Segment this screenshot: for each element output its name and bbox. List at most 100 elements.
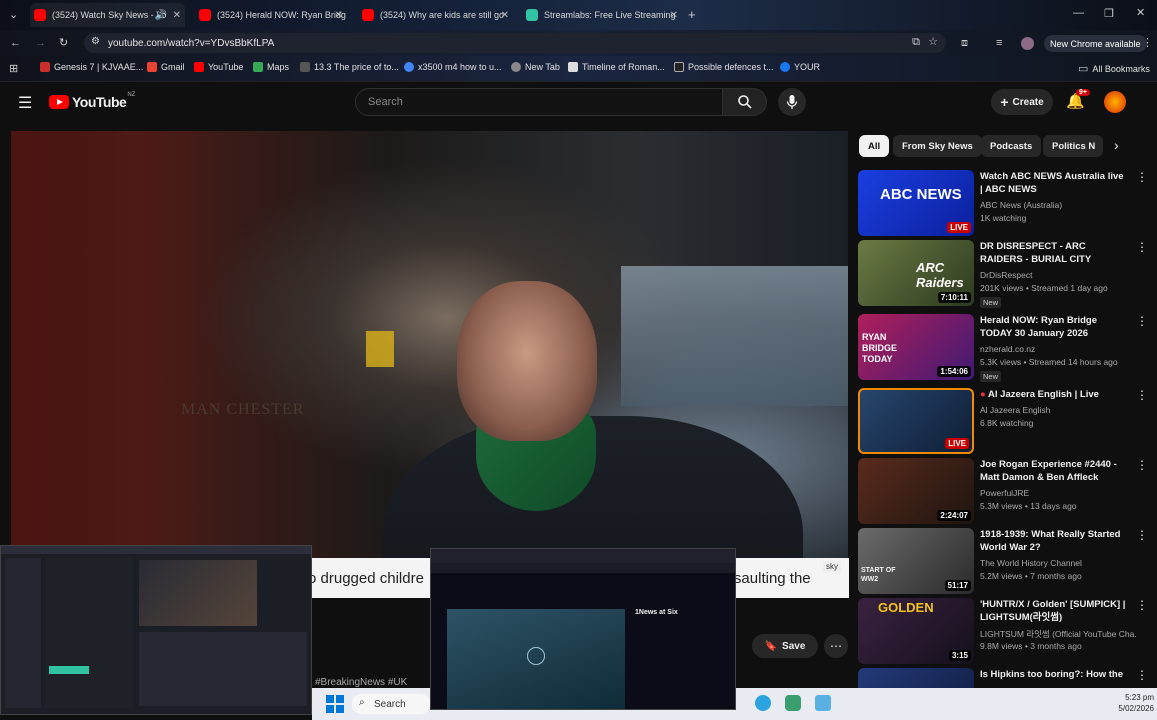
more-options-icon[interactable]: ⋮ (1136, 240, 1148, 254)
video-hashtags[interactable]: #BreakingNews #UK (315, 677, 407, 688)
more-options-icon[interactable]: ⋮ (1136, 598, 1148, 612)
search-input[interactable]: Search (355, 88, 723, 116)
bookmark-item[interactable]: x3500 m4 how to u... (404, 62, 502, 72)
chip-from-sky-news[interactable]: From Sky News (893, 135, 982, 157)
tab-sky-news[interactable]: (3524) Watch Sky News - Yo 🔊 ✕ (30, 3, 185, 27)
channel-name[interactable]: ABC News (Australia) (980, 200, 1062, 210)
video-title[interactable]: Joe Rogan Experience #2440 - Matt Damon … (980, 458, 1126, 484)
taskbar-clock[interactable]: 5:23 pm 5/02/2026 (1108, 692, 1154, 714)
save-button[interactable]: 🔖 Save (752, 634, 818, 658)
video-thumbnail[interactable]: 2:24:07 (858, 458, 974, 524)
minimize-icon[interactable]: — (1073, 7, 1084, 19)
video-thumbnail[interactable]: GOLDEN 3:15 (858, 598, 974, 664)
bookmark-star-icon[interactable]: ☆ (928, 35, 938, 48)
bookmark-item[interactable]: YOUR (780, 62, 820, 72)
hamburger-menu-icon[interactable]: ☰ (18, 93, 32, 113)
video-preview[interactable] (447, 609, 625, 709)
tab-search-icon[interactable]: ⌄ (9, 8, 18, 21)
more-options-icon[interactable]: ⋮ (1136, 668, 1148, 682)
recommendation-item[interactable]: Is Hipkins too boring?: How the ⋮ (858, 668, 1148, 688)
bookmark-item[interactable]: Genesis 7 | KJVAAE... (40, 62, 143, 72)
extensions-icon[interactable]: ⧈ (961, 37, 968, 50)
create-button[interactable]: + Create (991, 89, 1053, 115)
apps-grid-icon[interactable]: ⊞ (9, 62, 18, 75)
chip-all[interactable]: All (859, 135, 890, 157)
play-icon[interactable] (527, 647, 545, 665)
bookmark-item[interactable]: 13.3 The price of to... (300, 62, 399, 72)
tvnz-player-window[interactable]: 1News at Six (430, 548, 736, 710)
more-actions-button[interactable]: ⋯ (824, 634, 848, 658)
video-title[interactable]: Watch ABC NEWS Australia live | ABC NEWS (980, 170, 1126, 196)
chip-podcasts[interactable]: Podcasts (981, 135, 1042, 157)
tab-herald-now[interactable]: (3524) Herald NOW: Ryan Bridg ✕ (195, 3, 347, 27)
channel-name[interactable]: DrDisRespect (980, 270, 1032, 280)
channel-name[interactable]: Al Jazeera English (980, 405, 1050, 415)
video-title[interactable]: 1918-1939: What Really Started World War… (980, 528, 1126, 554)
app-icon[interactable] (785, 695, 801, 711)
address-bar[interactable]: ⚙ youtube.com/watch?v=YDvsBbKfLPA ⧉ ☆ (84, 33, 946, 53)
voice-search-button[interactable] (778, 88, 806, 116)
install-app-icon[interactable]: ⧉ (912, 36, 920, 49)
restore-icon[interactable]: ❐ (1104, 7, 1114, 20)
account-avatar[interactable] (1104, 91, 1126, 113)
video-player[interactable]: MAN CHESTER (11, 131, 848, 597)
more-options-icon[interactable]: ⋮ (1136, 314, 1148, 328)
taskbar-search[interactable]: ⌕ Search (352, 694, 430, 714)
all-bookmarks-button[interactable]: ▭ All Bookmarks (1078, 62, 1150, 75)
video-thumbnail[interactable]: ABC NEWS LIVE (858, 170, 974, 236)
video-thumbnail[interactable]: START OF WW2 51:17 (858, 528, 974, 594)
more-options-icon[interactable]: ⋮ (1136, 458, 1148, 472)
chrome-menu-icon[interactable]: ⋮ (1142, 36, 1153, 49)
close-icon[interactable]: ✕ (670, 10, 678, 21)
close-icon[interactable]: ✕ (335, 10, 343, 21)
video-thumbnail[interactable]: RYAN BRIDGE TODAY 1:54:06 (858, 314, 974, 380)
youtube-logo[interactable]: YouTube NZ (49, 92, 135, 110)
bookmark-item[interactable]: Possible defences t... (674, 62, 774, 72)
bookmark-item[interactable]: Maps (253, 62, 289, 72)
more-options-icon[interactable]: ⋮ (1136, 528, 1148, 542)
video-thumbnail[interactable]: LIVE (858, 388, 974, 454)
channel-name[interactable]: nzherald.co.nz (980, 344, 1035, 354)
profile-avatar[interactable] (1021, 37, 1034, 50)
video-title[interactable]: Is Hipkins too boring?: How the (980, 668, 1126, 681)
bookmark-item[interactable]: New Tab (511, 62, 560, 72)
close-icon[interactable]: ✕ (501, 10, 509, 21)
video-title[interactable]: Herald NOW: Ryan Bridge TODAY 30 January… (980, 314, 1126, 340)
search-button[interactable] (723, 88, 767, 116)
recommendation-item[interactable]: GOLDEN 3:15 'HUNTR/X / Golden' [SUMPICK]… (858, 598, 1148, 664)
recommendation-item[interactable]: RYAN BRIDGE TODAY 1:54:06 Herald NOW: Ry… (858, 314, 1148, 382)
chevron-right-icon[interactable]: › (1114, 137, 1119, 153)
channel-name[interactable]: The World History Channel (980, 558, 1082, 568)
app-icon[interactable] (815, 695, 831, 711)
new-chrome-button[interactable]: New Chrome available (1044, 35, 1147, 52)
video-title[interactable]: 'HUNTR/X / Golden' [SUMPICK] | LIGHTSUM(… (980, 598, 1126, 624)
streaming-app-window[interactable] (0, 545, 312, 715)
video-title[interactable]: DR DISRESPECT - ARC RAIDERS - BURIAL CIT… (980, 240, 1126, 266)
recommendation-item[interactable]: 2:24:07 Joe Rogan Experience #2440 - Mat… (858, 458, 1148, 524)
video-title[interactable]: ● Al Jazeera English | Live (980, 388, 1126, 401)
video-thumbnail[interactable] (858, 668, 974, 688)
windows-start-icon[interactable] (326, 695, 344, 713)
new-tab-icon[interactable]: + (688, 7, 696, 22)
recommendation-item[interactable]: START OF WW2 51:17 1918-1939: What Reall… (858, 528, 1148, 594)
notifications-button[interactable]: 🔔 9+ (1066, 89, 1090, 112)
telegram-icon[interactable] (755, 695, 771, 711)
tab-why-are-kids[interactable]: (3524) Why are kids are still go ✕ (358, 3, 513, 27)
reading-mode-icon[interactable]: ≡ (996, 37, 1002, 49)
audio-icon[interactable]: 🔊 (155, 10, 167, 21)
recommendation-item[interactable]: ARC Raiders 7:10:11 DR DISRESPECT - ARC … (858, 240, 1148, 308)
bookmark-item[interactable]: YouTube (194, 62, 243, 72)
more-options-icon[interactable]: ⋮ (1136, 388, 1148, 402)
tab-streamlabs[interactable]: Streamlabs: Free Live Streaming ✕ (522, 3, 682, 27)
bookmark-item[interactable]: Timeline of Roman... (568, 62, 665, 72)
reload-icon[interactable]: ↻ (59, 36, 68, 49)
recommendation-item[interactable]: LIVE ● Al Jazeera English | Live Al Jaze… (858, 388, 1148, 454)
channel-name[interactable]: LIGHTSUM 라잇썸 (Official YouTube Cha... (980, 628, 1136, 640)
window-close-icon[interactable]: ✕ (1136, 6, 1145, 19)
bookmark-item[interactable]: Gmail (147, 62, 185, 72)
more-options-icon[interactable]: ⋮ (1136, 170, 1148, 184)
forward-icon[interactable]: → (35, 37, 46, 49)
recommendation-item[interactable]: ABC NEWS LIVE Watch ABC NEWS Australia l… (858, 170, 1148, 236)
site-info-icon[interactable]: ⚙ (91, 36, 100, 47)
channel-name[interactable]: PowerfulJRE (980, 488, 1029, 498)
